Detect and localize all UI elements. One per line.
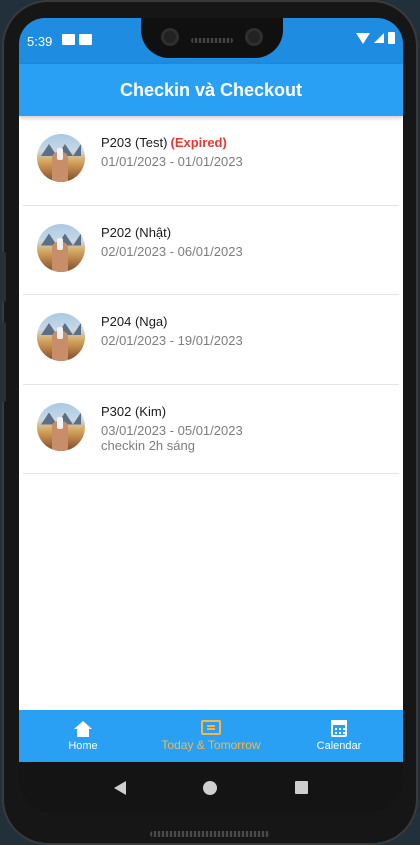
front-sensor-icon xyxy=(245,28,263,46)
sd-card-icon xyxy=(79,34,92,45)
stay-dates: 02/01/2023 - 06/01/2023 xyxy=(101,243,243,259)
list-item[interactable]: P203 (Test) (Expired) 01/01/2023 - 01/01/… xyxy=(23,116,399,206)
wifi-icon xyxy=(356,32,370,44)
room-avatar xyxy=(37,134,85,182)
room-title: P203 (Test) (Expired) xyxy=(101,135,243,151)
tab-calendar-label: Calendar xyxy=(316,740,362,752)
room-avatar xyxy=(37,313,85,361)
recents-square-icon[interactable] xyxy=(295,781,309,794)
room-name: P302 (Kim) xyxy=(101,403,167,419)
bottom-speaker-grille xyxy=(150,831,270,837)
battery-icon xyxy=(388,32,395,44)
power-button xyxy=(2,322,6,402)
booking-list[interactable]: P203 (Test) (Expired) 01/01/2023 - 01/01/… xyxy=(19,116,403,710)
room-title: P204 (Nga) xyxy=(101,314,243,330)
front-camera-icon xyxy=(161,28,179,46)
stay-dates: 03/01/2023 - 05/01/2023 xyxy=(101,422,243,438)
signal-icon xyxy=(374,33,384,43)
room-title: P202 (Nhật) xyxy=(101,225,243,241)
camera-notch xyxy=(141,18,283,58)
gmail-icon xyxy=(62,34,75,45)
room-name: P203 (Test) xyxy=(101,135,168,150)
notification-icons xyxy=(62,34,92,45)
earpiece-speaker xyxy=(191,38,233,43)
bottom-navigation: Home Today & Tomorrow Calendar xyxy=(19,710,403,762)
room-name: P204 (Nga) xyxy=(101,314,168,329)
expired-badge: (Expired) xyxy=(170,135,227,150)
system-navigation-bar xyxy=(19,762,403,813)
tab-home-label: Home xyxy=(68,739,98,752)
tab-today-tomorrow-label: Today & Tomorrow xyxy=(161,738,261,752)
room-avatar xyxy=(37,402,85,451)
page-title: Checkin và Checkout xyxy=(119,79,303,100)
tab-calendar[interactable]: Calendar xyxy=(275,710,403,762)
volume-button xyxy=(2,252,6,302)
tab-home[interactable]: Home xyxy=(19,710,147,762)
calendar-icon xyxy=(331,720,347,737)
system-status-icons xyxy=(356,32,395,44)
today-tomorrow-icon xyxy=(201,720,221,735)
tab-today-tomorrow[interactable]: Today & Tomorrow xyxy=(147,710,275,762)
list-item[interactable]: P302 (Kim) 03/01/2023 - 05/01/2023 check… xyxy=(23,384,399,474)
stay-dates: 01/01/2023 - 01/01/2023 xyxy=(101,154,243,169)
back-triangle-icon[interactable] xyxy=(113,780,126,795)
home-circle-icon[interactable] xyxy=(203,780,218,795)
list-item[interactable]: P202 (Nhật) 02/01/2023 - 06/01/2023 xyxy=(23,205,399,295)
list-item[interactable]: P204 (Nga) 02/01/2023 - 19/01/2023 xyxy=(23,295,399,385)
booking-note: checkin 2h sáng xyxy=(101,437,195,453)
stay-dates: 02/01/2023 - 19/01/2023 xyxy=(101,333,243,348)
room-avatar xyxy=(37,223,85,272)
room-title: P302 (Kim) xyxy=(101,404,243,420)
app-bar: Checkin và Checkout xyxy=(19,64,403,116)
room-name: P202 (Nhật) xyxy=(101,224,172,240)
status-time: 5:39 xyxy=(27,34,53,49)
home-icon xyxy=(74,720,92,737)
screen: 5:39 Checkin và Checkout P203 (Test) (Exp… xyxy=(19,18,403,813)
